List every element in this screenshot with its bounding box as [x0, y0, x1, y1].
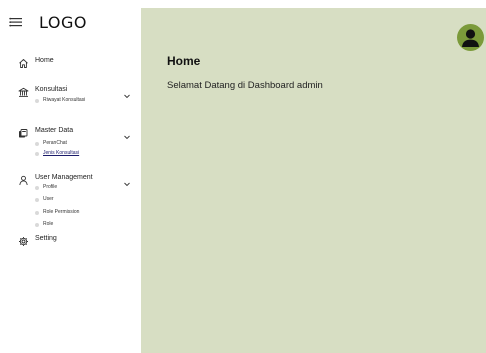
- sidebar-subitem-user[interactable]: User: [0, 195, 141, 205]
- sidebar-subitem-profile[interactable]: Profile: [0, 183, 141, 193]
- database-icon: [18, 126, 29, 138]
- sidebar-item-setting[interactable]: Setting: [0, 232, 141, 248]
- bullet-dot: [35, 211, 39, 215]
- sidebar: LOGO Home Konsultasi Riwayat Konsultasi …: [0, 0, 141, 353]
- sidebar-item-master-data[interactable]: Master Data: [0, 124, 141, 140]
- sidebar-subitem-label: Profile: [43, 184, 58, 190]
- sidebar-item-label: Master Data: [35, 127, 74, 134]
- sidebar-subitem-role[interactable]: Role: [0, 220, 141, 230]
- sidebar-subitem-jenis-konsultasi[interactable]: Jenis Konsultasi: [0, 149, 141, 159]
- sidebar-subitem-label: PeranChat: [43, 140, 67, 146]
- bullet-dot: [35, 99, 39, 103]
- bullet-dot: [35, 198, 39, 202]
- sidebar-subitem-label: Role: [43, 221, 54, 227]
- sidebar-header: LOGO: [0, 0, 141, 48]
- sidebar-item-home[interactable]: Home: [0, 54, 141, 70]
- sidebar-item-label: Home: [35, 57, 54, 64]
- sidebar-item-label: Setting: [35, 235, 57, 242]
- institution-icon: [18, 85, 29, 97]
- sidebar-item-label: Konsultasi: [35, 86, 68, 93]
- sidebar-item-label: User Management: [35, 174, 93, 181]
- sidebar-subitem-peranchat[interactable]: PeranChat: [0, 139, 141, 149]
- sidebar-subitem-label: Role Permission: [43, 209, 80, 215]
- gear-icon: [18, 234, 29, 246]
- bullet-dot: [35, 142, 39, 146]
- home-icon: [18, 56, 29, 68]
- page-title: Home: [167, 54, 201, 68]
- sidebar-subitem-label: Jenis Konsultasi: [43, 150, 80, 156]
- logo: LOGO: [39, 13, 87, 32]
- main-content: Home Selamat Datang di Dashboard admin: [141, 8, 486, 353]
- bullet-dot: [35, 152, 39, 156]
- chevron-down-icon[interactable]: [123, 175, 131, 187]
- chevron-down-icon[interactable]: [123, 128, 131, 140]
- sidebar-subitem-riwayat-konsultasi[interactable]: Riwayat Konsultasi: [0, 96, 141, 106]
- sidebar-subitem-label: Riwayat Konsultasi: [43, 97, 86, 103]
- bullet-dot: [35, 186, 39, 190]
- sidebar-subitem-label: User: [43, 196, 54, 202]
- bullet-dot: [35, 223, 39, 227]
- user-avatar-icon[interactable]: [457, 24, 484, 51]
- chevron-down-icon[interactable]: [123, 87, 131, 99]
- hamburger-menu-icon[interactable]: [9, 15, 23, 29]
- welcome-message: Selamat Datang di Dashboard admin: [167, 80, 323, 91]
- sidebar-subitem-role-permission[interactable]: Role Permission: [0, 208, 141, 218]
